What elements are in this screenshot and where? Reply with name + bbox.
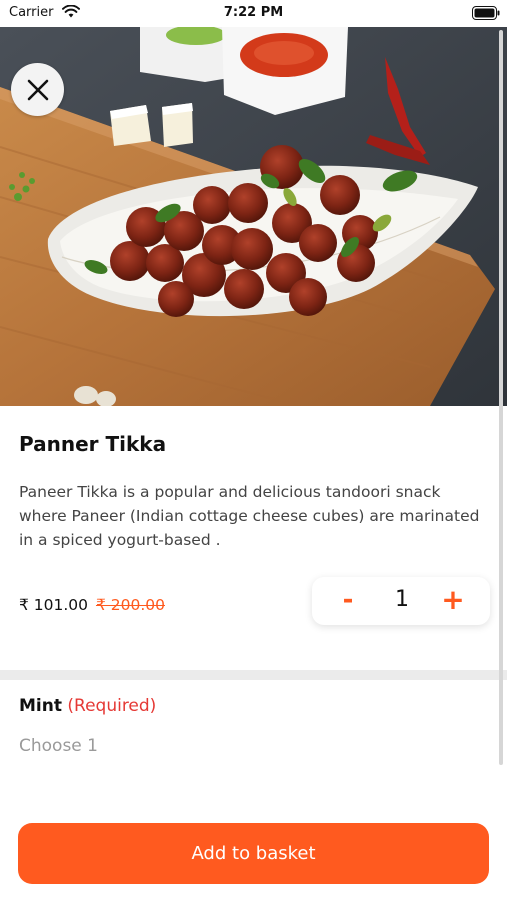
dish-description: Paneer Tikka is a popular and delicious … xyxy=(19,483,480,549)
close-button[interactable] xyxy=(11,63,64,116)
close-icon xyxy=(27,79,48,100)
increase-quantity-button[interactable]: + xyxy=(438,585,468,615)
dish-photo xyxy=(0,27,507,406)
price-row: ₹ 101.00 ₹ 200.00 xyxy=(19,596,165,614)
scrollbar[interactable] xyxy=(499,30,503,765)
current-price: ₹ 101.00 xyxy=(19,596,89,614)
addon-group-name: Mint xyxy=(19,696,62,716)
addon-group-title: Mint (Required) xyxy=(19,696,156,716)
quantity-stepper: - 1 + xyxy=(312,577,490,625)
required-label: (Required) xyxy=(67,696,157,716)
clock: 7:22 PM xyxy=(223,5,284,20)
add-to-basket-button[interactable]: Add to basket xyxy=(18,823,489,884)
addon-choose-hint: Choose 1 xyxy=(19,736,98,756)
original-price: ₹ 200.00 xyxy=(95,596,165,614)
dish-title: Panner Tikka xyxy=(19,432,167,456)
quantity-value: 1 xyxy=(395,587,409,612)
dish-image xyxy=(0,27,507,406)
decrease-quantity-button[interactable]: - xyxy=(336,585,360,615)
section-divider xyxy=(0,670,507,680)
battery-icon xyxy=(472,6,500,20)
status-bar: Carrier 7:22 PM xyxy=(0,0,507,27)
